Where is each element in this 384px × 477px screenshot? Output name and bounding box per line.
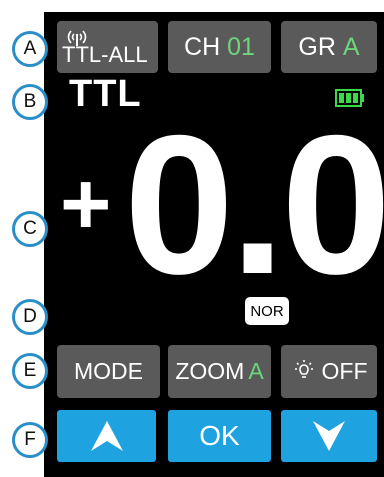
channel-prefix: CH — [184, 32, 221, 61]
ok-button[interactable]: OK — [168, 410, 271, 462]
callout-b: B — [12, 84, 48, 120]
group-value: A — [342, 32, 360, 61]
ttl-all-label: TTL-ALL — [62, 42, 148, 67]
channel-value: 01 — [227, 32, 255, 61]
group-prefix: GR — [298, 32, 336, 61]
mode-button[interactable]: MODE — [57, 345, 160, 398]
zoom-prefix: ZOOM — [175, 358, 245, 384]
flash-mode-badge: NOR — [245, 297, 289, 325]
callout-c: C — [12, 211, 48, 247]
channel-button[interactable]: CH 01 — [168, 21, 271, 73]
callout-d: D — [12, 299, 48, 335]
ttl-all-button[interactable]: TTL-ALL — [57, 21, 158, 73]
callout-f: F — [12, 422, 48, 458]
arrow-down-icon — [313, 421, 345, 451]
lamp-icon — [294, 359, 313, 378]
zoom-button[interactable]: ZOOM A — [168, 345, 271, 398]
zoom-value: A — [248, 358, 264, 384]
callout-a: A — [12, 31, 48, 67]
up-button[interactable] — [57, 410, 156, 462]
lamp-label: OFF — [321, 358, 368, 384]
group-button[interactable]: GR A — [281, 21, 377, 73]
callout-e: E — [12, 353, 48, 389]
down-button[interactable] — [281, 410, 377, 462]
lamp-button[interactable]: OFF — [281, 345, 377, 398]
exposure-sign: + — [60, 154, 112, 253]
exposure-value: 0.0 — [124, 94, 384, 315]
arrow-up-icon — [90, 421, 123, 451]
